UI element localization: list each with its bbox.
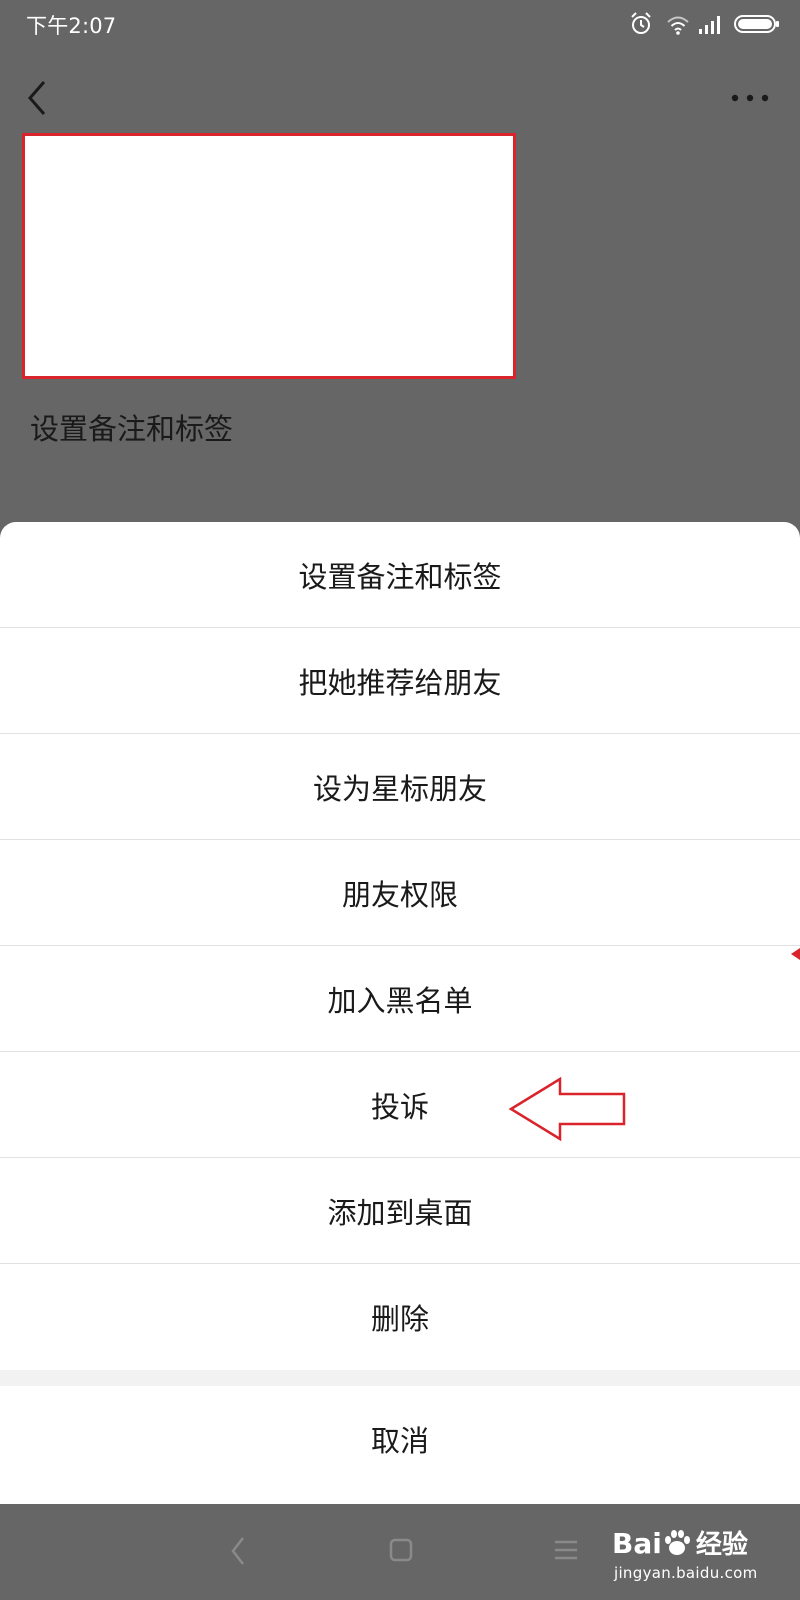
sheet-item-blacklist[interactable]: 加入黑名单 [0,946,800,1052]
watermark-brand: Bai [612,1527,662,1560]
nav-recent-icon[interactable] [553,1538,579,1562]
sheet-item-permissions[interactable]: 朋友权限 [0,840,800,946]
cancel-button[interactable]: 取消 [0,1386,800,1492]
arrow-left-outline-icon [508,1076,626,1142]
sheet-item-recommend[interactable]: 把她推荐给朋友 [0,628,800,734]
watermark-brand-suffix: 经验 [695,1530,748,1560]
watermark-url: jingyan.baidu.com [614,1564,758,1582]
sheet-divider [0,1370,800,1386]
nav-back-icon[interactable] [228,1534,248,1568]
more-dots-icon[interactable] [730,92,770,104]
sheet-item-star-friend[interactable]: 设为星标朋友 [0,734,800,840]
profile-remark-label: 设置备注和标签 [30,412,234,446]
sheet-item-delete[interactable]: 删除 [0,1264,800,1370]
sheet-item-set-remark[interactable]: 设置备注和标签 [0,522,800,628]
sheet-item-add-to-desktop[interactable]: 添加到桌面 [0,1158,800,1264]
nav-home-icon[interactable] [389,1538,413,1562]
system-nav-bar: Bai 经验 jingyan.baidu.com [0,1504,800,1600]
signal-icon [699,16,720,34]
status-time: 下午2:07 [26,14,117,38]
top-bar [0,56,800,136]
battery-icon [734,15,779,33]
baidu-paw-icon [664,1530,690,1555]
profile-card-redacted [22,133,516,379]
chevron-left-icon[interactable] [24,78,50,118]
action-sheet: 设置备注和标签 把她推荐给朋友 设为星标朋友 朋友权限 加入黑名单 投诉 添加到… [0,522,800,1504]
alarm-icon [631,12,651,34]
baidu-jingyan-watermark: Bai 经验 jingyan.baidu.com [612,1522,788,1592]
annotation-edge-marker-icon [791,948,800,960]
wifi-icon [667,16,689,35]
status-bar: 下午2:07 [0,0,800,50]
sheet-item-complain[interactable]: 投诉 [0,1052,800,1158]
